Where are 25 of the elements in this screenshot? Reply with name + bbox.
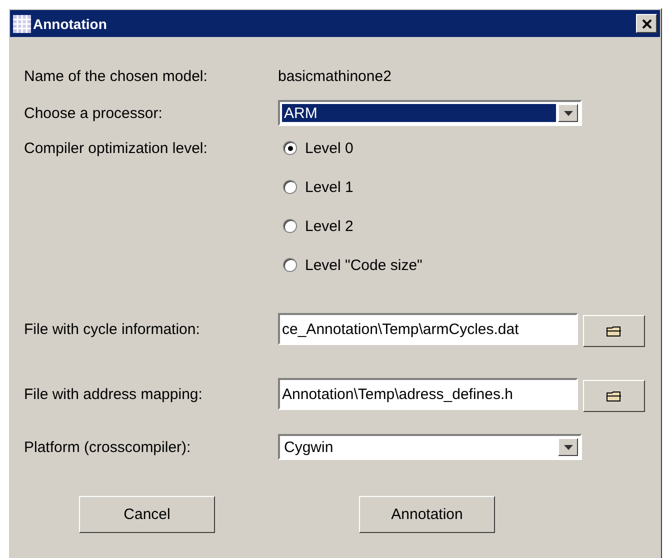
file-path-field[interactable]: Annotation\Temp\adress_defines.h (278, 378, 578, 410)
field-label: Choose a processor: (24, 104, 164, 122)
folder-icon (606, 326, 622, 336)
browse-button[interactable] (583, 380, 645, 412)
processor-dropdown[interactable]: ARM (278, 100, 582, 126)
file-path-field[interactable]: ce_Annotation\Temp\armCycles.dat (278, 313, 578, 345)
radio-option[interactable]: Level 1 (283, 177, 422, 197)
model-name: basicmathinone2 (278, 68, 392, 84)
browse-button[interactable] (583, 315, 645, 347)
field-label: Name of the chosen model: (24, 68, 208, 84)
close-icon (642, 18, 652, 28)
grid-icon (13, 14, 31, 32)
cancel-button[interactable]: Cancel (79, 496, 215, 533)
radio-option[interactable]: Level 0 (283, 138, 422, 158)
radio-option[interactable]: Level 2 (283, 216, 422, 236)
radio-option[interactable]: Level "Code size" (283, 255, 422, 275)
folder-icon (606, 390, 622, 402)
platform-dropdown[interactable]: Cygwin (278, 434, 582, 460)
field-label: Platform (crosscompiler): (24, 438, 192, 456)
annotation-button[interactable]: Annotation (359, 496, 495, 533)
field-label: File with cycle information: (24, 320, 201, 338)
field-label: File with address mapping: (24, 386, 204, 402)
window-title: Annotation (33, 16, 108, 32)
close-button[interactable] (636, 14, 657, 33)
field-label: Compiler optimization level: (24, 139, 208, 159)
